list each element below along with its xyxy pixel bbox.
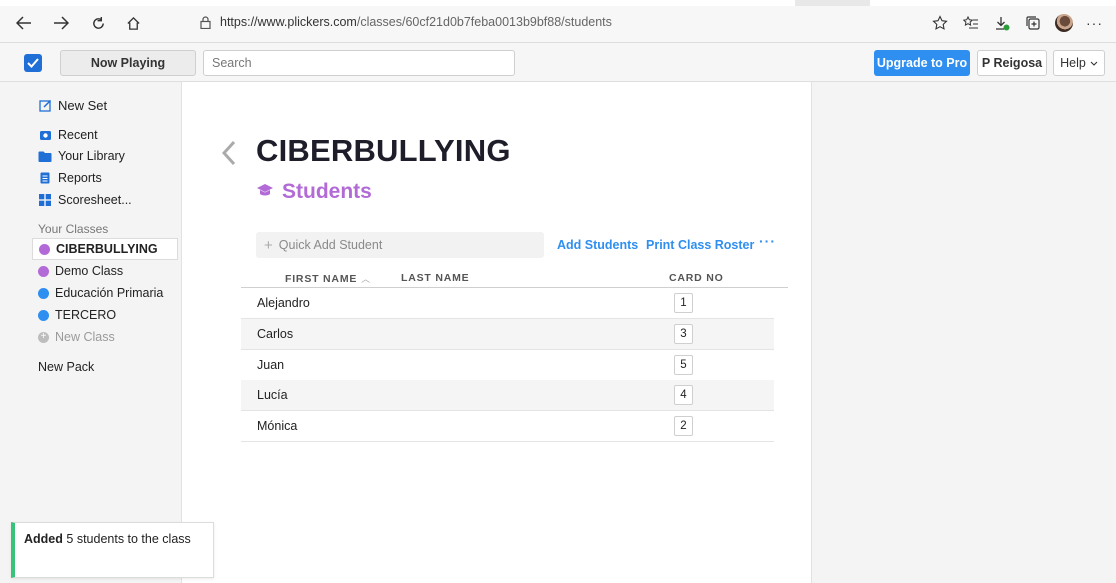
- first-name-cell: Carlos: [257, 327, 294, 341]
- tab-edge: [870, 0, 1116, 6]
- back-chevron-icon[interactable]: [218, 138, 240, 168]
- class-label: CIBERBULLYING: [56, 242, 158, 256]
- table-row[interactable]: Juan 5: [241, 350, 774, 381]
- class-label: Educación Primaria: [55, 286, 164, 300]
- sidebar: New Set Recent Your Library Reports Scor…: [0, 82, 182, 583]
- toast-prefix: Added: [24, 532, 63, 546]
- sidebar-item-recent[interactable]: Recent: [38, 125, 98, 145]
- favorites-list-icon[interactable]: [955, 12, 986, 34]
- sidebar-class-tercero[interactable]: TERCERO: [32, 304, 178, 326]
- sidebar-item-label: Your Library: [58, 149, 125, 163]
- more-options-icon[interactable]: ···: [759, 233, 776, 249]
- home-icon[interactable]: [122, 12, 144, 34]
- collections-icon[interactable]: [1017, 12, 1048, 34]
- table-row[interactable]: Alejandro 1: [241, 288, 774, 319]
- column-header-last-name[interactable]: LAST NAME: [401, 272, 469, 284]
- toast-notification: Added 5 students to the class: [11, 522, 214, 578]
- subtitle-label: Students: [282, 180, 372, 203]
- sidebar-item-label: Scoresheet...: [58, 193, 132, 207]
- more-menu-icon[interactable]: ···: [1079, 12, 1110, 34]
- table-row[interactable]: Carlos 3: [241, 319, 774, 350]
- card-number-cell: 3: [674, 324, 693, 344]
- grid-icon: [38, 193, 52, 207]
- app-header: Now Playing Upgrade to Pro P Reigosa Hel…: [0, 43, 1116, 82]
- right-panel: [811, 82, 1116, 583]
- profile-avatar[interactable]: [1048, 12, 1079, 34]
- print-class-roster-button[interactable]: Print Class Roster: [646, 238, 754, 252]
- card-number-cell: 2: [674, 416, 693, 436]
- sidebar-new-class[interactable]: + New Class: [32, 326, 178, 348]
- sidebar-item-your-library[interactable]: Your Library: [38, 146, 125, 166]
- plus-circle-icon: +: [38, 331, 49, 343]
- table-row[interactable]: Lucía 4: [241, 380, 774, 411]
- sidebar-item-new-set[interactable]: New Set: [38, 95, 107, 115]
- upgrade-button[interactable]: Upgrade to Pro: [874, 50, 970, 76]
- sidebar-item-label: New Set: [58, 97, 108, 113]
- class-color-dot: [38, 287, 49, 299]
- folder-icon: [38, 149, 52, 163]
- now-playing-button[interactable]: Now Playing: [60, 50, 196, 76]
- add-students-button[interactable]: Add Students: [557, 238, 638, 252]
- sidebar-class-ciberbullying[interactable]: CIBERBULLYING: [32, 238, 178, 260]
- browser-toolbar: https://www.plickers.com/classes/60cf21d…: [0, 0, 1116, 43]
- class-label: New Class: [55, 330, 115, 344]
- card-number-cell: 5: [674, 355, 693, 375]
- toast-count: 5: [66, 532, 74, 546]
- sort-up-icon: ︿: [361, 274, 371, 284]
- page-title: CIBERBULLYING: [256, 133, 511, 168]
- quick-add-placeholder: Quick Add Student: [278, 238, 383, 252]
- reports-icon: [38, 171, 52, 185]
- first-name-cell: Alejandro: [257, 296, 310, 310]
- lock-icon: [198, 15, 212, 29]
- card-number-cell: 1: [674, 293, 693, 313]
- plus-icon: +: [264, 236, 273, 254]
- first-name-cell: Lucía: [257, 388, 288, 402]
- tab-strip: [0, 0, 1116, 6]
- sidebar-item-label: Reports: [58, 171, 102, 185]
- quick-add-student-input[interactable]: + Quick Add Student: [256, 232, 544, 258]
- url-path: /classes/60cf21d0b7feba0013b9bf88/studen…: [356, 15, 612, 29]
- url-host: https://www.plickers.com: [220, 15, 357, 29]
- column-header-card-no[interactable]: CARD NO: [669, 272, 724, 284]
- class-label: Demo Class: [55, 264, 124, 278]
- card-number-cell: 4: [674, 385, 693, 405]
- browser-actions: ···: [924, 12, 1110, 34]
- help-button[interactable]: Help: [1053, 50, 1105, 76]
- class-color-dot: [38, 309, 49, 321]
- search-input[interactable]: [203, 50, 515, 76]
- downloads-icon[interactable]: [986, 12, 1017, 34]
- sidebar-class-educacion-primaria[interactable]: Educación Primaria: [32, 282, 178, 304]
- refresh-icon[interactable]: [87, 12, 109, 34]
- graduation-cap-icon: [256, 183, 274, 202]
- back-icon[interactable]: [13, 12, 35, 34]
- class-color-dot: [38, 265, 49, 277]
- help-label: Help: [1060, 56, 1086, 70]
- sidebar-class-demo[interactable]: Demo Class: [32, 260, 178, 282]
- recent-icon: [38, 128, 52, 142]
- column-header-first-name[interactable]: FIRST NAME ︿: [285, 272, 371, 285]
- class-color-dot: [39, 243, 50, 255]
- sidebar-new-pack[interactable]: New Pack: [38, 360, 94, 374]
- user-menu-button[interactable]: P Reigosa: [977, 50, 1047, 76]
- favorite-star-icon[interactable]: [924, 12, 955, 34]
- plickers-logo-icon[interactable]: [24, 54, 42, 72]
- column-label: FIRST NAME: [285, 273, 358, 285]
- first-name-cell: Mónica: [257, 419, 298, 433]
- section-subtitle: Students: [256, 180, 372, 204]
- active-tab-edge: [0, 0, 795, 6]
- class-label: TERCERO: [55, 308, 117, 322]
- sidebar-item-label: Recent: [58, 128, 98, 142]
- address-bar[interactable]: https://www.plickers.com/classes/60cf21d…: [198, 12, 612, 32]
- sidebar-item-scoresheet[interactable]: Scoresheet...: [38, 190, 132, 210]
- chevron-down-icon: [1090, 61, 1098, 66]
- sidebar-item-reports[interactable]: Reports: [38, 168, 102, 188]
- your-classes-heading: Your Classes: [38, 222, 109, 236]
- first-name-cell: Juan: [257, 358, 285, 372]
- table-row[interactable]: Mónica 2: [241, 411, 774, 442]
- forward-icon[interactable]: [50, 12, 72, 34]
- toast-message: students to the class: [76, 532, 191, 546]
- edit-icon: [38, 98, 52, 112]
